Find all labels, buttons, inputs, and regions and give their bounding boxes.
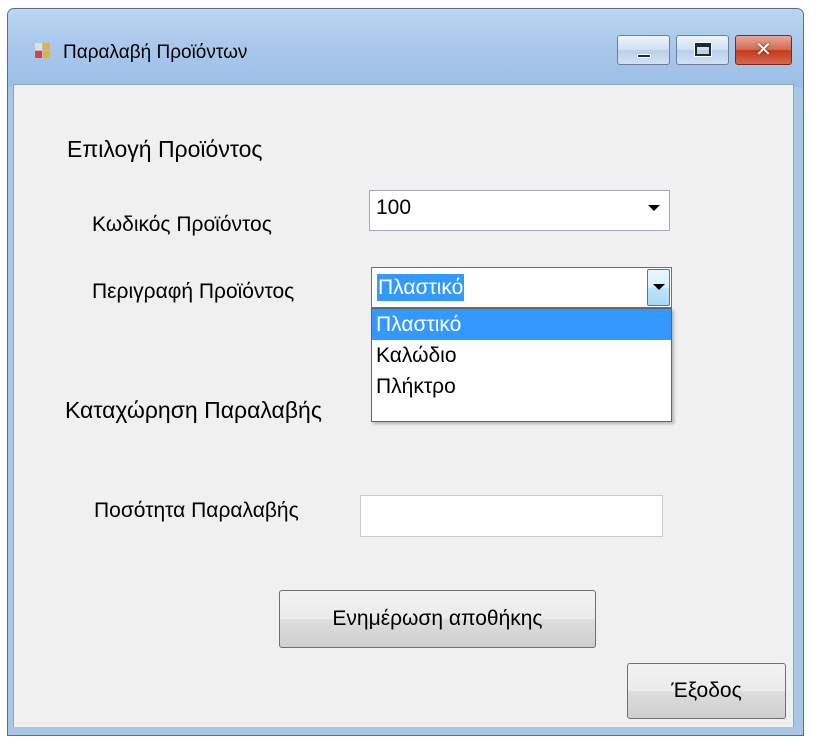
window-bottom-border — [8, 727, 803, 735]
product-description-label: Περιγραφή Προϊόντος — [92, 280, 295, 303]
product-description-value: Πλαστικό — [377, 274, 465, 301]
exit-button[interactable]: Έξοδος — [627, 663, 786, 719]
quantity-label: Ποσότητα Παραλαβής — [94, 499, 299, 522]
app-window-icon — [35, 43, 51, 59]
maximize-button[interactable] — [676, 35, 729, 65]
maximize-icon — [694, 42, 712, 57]
product-code-label: Κωδικός Προϊόντος — [92, 213, 272, 236]
product-description-dropdown-list[interactable]: Πλαστικό Καλώδιο Πλήκτρο — [371, 308, 672, 422]
chevron-down-icon[interactable] — [648, 205, 660, 211]
title-bar[interactable]: Παραλαβή Προϊόντων ✕ — [8, 9, 803, 87]
product-code-combobox[interactable]: 100 — [369, 190, 670, 231]
close-icon: ✕ — [755, 37, 772, 61]
product-selection-heading: Επιλογή Προϊόντος — [67, 136, 263, 162]
dropdown-option-plastic[interactable]: Πλαστικό — [372, 309, 671, 340]
main-window: Παραλαβή Προϊόντων ✕ Επιλογή Προϊόντος Κ… — [7, 8, 804, 736]
product-code-value: 100 — [376, 196, 412, 219]
product-description-dropdown-button[interactable] — [647, 269, 670, 306]
form-client-area: Επιλογή Προϊόντος Κωδικός Προϊόντος 100 … — [13, 84, 794, 729]
chevron-down-icon — [653, 284, 665, 290]
window-title: Παραλαβή Προϊόντων — [63, 42, 248, 63]
receipt-heading: Καταχώρηση Παραλαβής — [65, 397, 322, 423]
update-stock-button[interactable]: Ενημέρωση αποθήκης — [279, 590, 596, 648]
minimize-button[interactable] — [617, 35, 670, 65]
close-button[interactable]: ✕ — [735, 35, 792, 65]
dropdown-option-cable[interactable]: Καλώδιο — [372, 340, 671, 371]
product-description-combobox[interactable]: Πλαστικό — [371, 267, 672, 308]
quantity-input[interactable] — [360, 495, 663, 537]
minimize-icon — [637, 54, 651, 58]
dropdown-option-key[interactable]: Πλήκτρο — [372, 371, 671, 402]
